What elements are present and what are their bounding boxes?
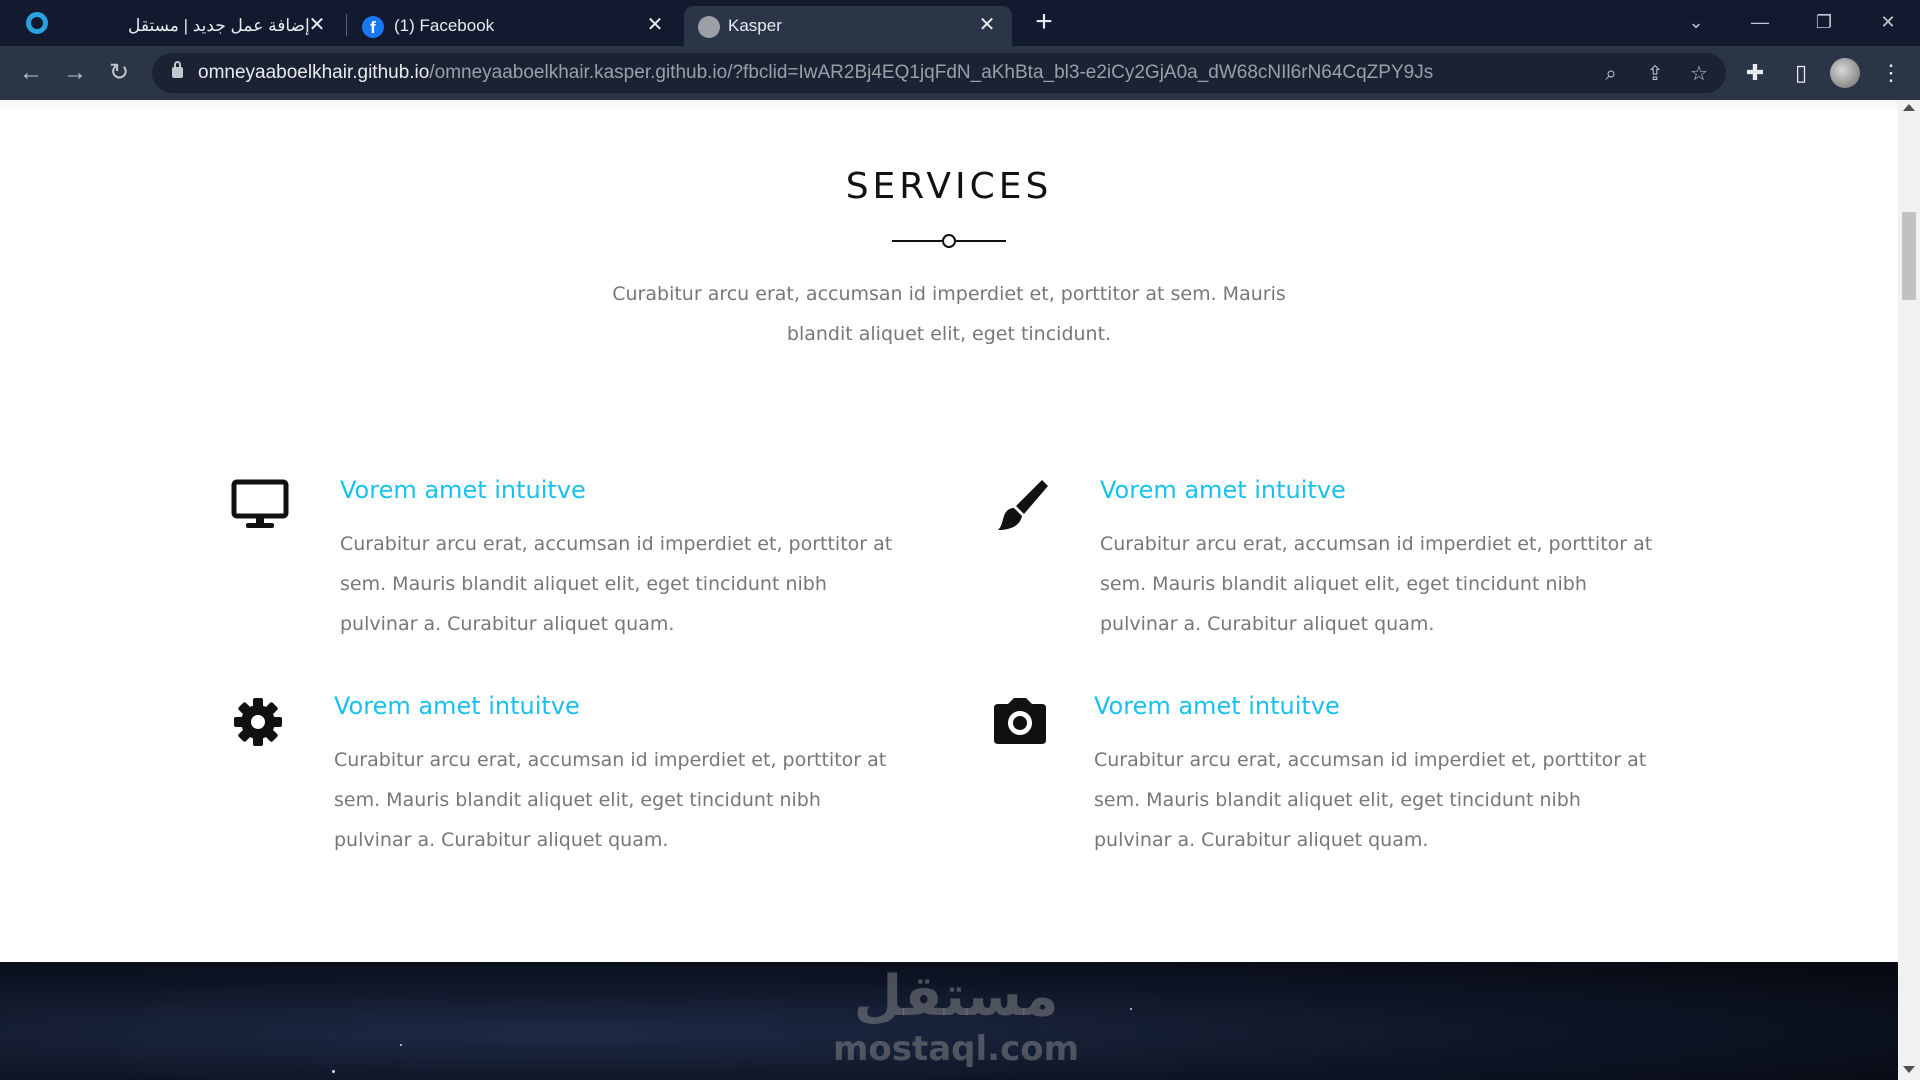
header-shadow [0,100,1898,112]
bookmark-star-icon[interactable]: ☆ [1686,61,1712,87]
kebab-menu-icon[interactable]: ⋮ [1876,58,1906,88]
paint-brush-icon [998,480,1048,530]
zoom-icon[interactable]: ⌕ [1598,61,1624,87]
watermark-domain: mostaql.com [832,1029,1080,1069]
tab-title: (1) Facebook [394,16,495,35]
browser-toolbar: ← → ↻ omneyaaboelkhair.github.io/omneyaa… [0,46,1920,100]
service-title: Vorem amet intuitve [334,692,580,720]
url-host: omneyaaboelkhair.github.io [198,62,430,83]
extensions-icon[interactable]: ✚ [1740,58,1770,88]
profile-avatar[interactable] [1830,58,1860,88]
section-title: SERVICES [845,166,1053,207]
tab-mostaql[interactable]: إضافة عمل جديد | مستقل ✕ [112,6,342,46]
back-arrow-icon[interactable]: ← [14,56,48,90]
star-dot [332,1070,335,1073]
section-description: Curabitur arcu erat, accumsan id imperdi… [612,283,1286,345]
lock-icon[interactable] [172,61,183,78]
service-description: Curabitur arcu erat, accumsan id imperdi… [1094,749,1647,851]
address-bar[interactable]: omneyaaboelkhair.github.io/omneyaaboelkh… [152,53,1726,93]
title-divider [892,234,1006,248]
url-text[interactable]: omneyaaboelkhair.github.io/omneyaaboelkh… [198,62,1433,84]
mostaql-watermark: مستقل mostaql.com [826,962,1086,1080]
service-title: Vorem amet intuitve [1094,692,1340,720]
divider-circle [942,234,956,248]
page-viewport: SERVICES Curabitur arcu erat, accumsan i… [0,100,1898,1080]
share-icon[interactable]: ⇪ [1642,61,1668,87]
scroll-up-arrow-icon[interactable] [1903,104,1915,111]
tab-separator [346,14,347,36]
close-window-icon[interactable]: ✕ [1874,8,1902,36]
side-panel-icon[interactable]: ▯ [1786,58,1816,88]
star-dot [400,1044,402,1046]
tab-search-chevron-icon[interactable]: ⌄ [1682,8,1710,36]
globe-icon [698,16,720,38]
tab-facebook[interactable]: f (1) Facebook ✕ [350,6,680,46]
service-title: Vorem amet intuitve [340,476,586,504]
tab-kasper[interactable]: Kasper ✕ [684,6,1012,46]
service-title: Vorem amet intuitve [1100,476,1346,504]
tab-close-icon[interactable]: ✕ [644,14,666,36]
tab-title: Kasper [728,16,782,35]
app-ring-icon[interactable] [26,12,48,34]
divider-line [892,240,942,242]
gear-icon [234,698,282,746]
minimize-icon[interactable]: — [1746,8,1774,36]
facebook-icon: f [362,16,384,38]
browser-tab-strip: إضافة عمل جديد | مستقل ✕ f (1) Facebook … [0,0,1920,46]
camera-icon [994,698,1046,744]
scroll-down-arrow-icon[interactable] [1903,1066,1915,1073]
new-tab-button[interactable]: + [1030,7,1058,37]
url-path: /omneyaaboelkhair.kasper.github.io/?fbcl… [429,62,1434,83]
forward-arrow-icon[interactable]: → [58,56,92,90]
reload-icon[interactable]: ↻ [102,56,136,90]
watermark-arabic: مستقل [853,964,1059,1029]
next-section-background: مستقل mostaql.com [0,962,1898,1080]
service-description: Curabitur arcu erat, accumsan id imperdi… [334,749,887,851]
star-dot [1130,1008,1132,1010]
divider-line [956,240,1006,242]
service-description: Curabitur arcu erat, accumsan id imperdi… [1100,533,1653,635]
restore-icon[interactable]: ❐ [1810,8,1838,36]
tab-close-icon[interactable]: ✕ [976,14,998,36]
desktop-icon [231,479,289,528]
page-scrollbar[interactable] [1898,100,1920,1080]
scroll-thumb[interactable] [1902,212,1916,300]
service-description: Curabitur arcu erat, accumsan id imperdi… [340,533,893,635]
tab-close-icon[interactable]: ✕ [306,14,328,36]
tab-title: إضافة عمل جديد | مستقل [128,16,310,35]
